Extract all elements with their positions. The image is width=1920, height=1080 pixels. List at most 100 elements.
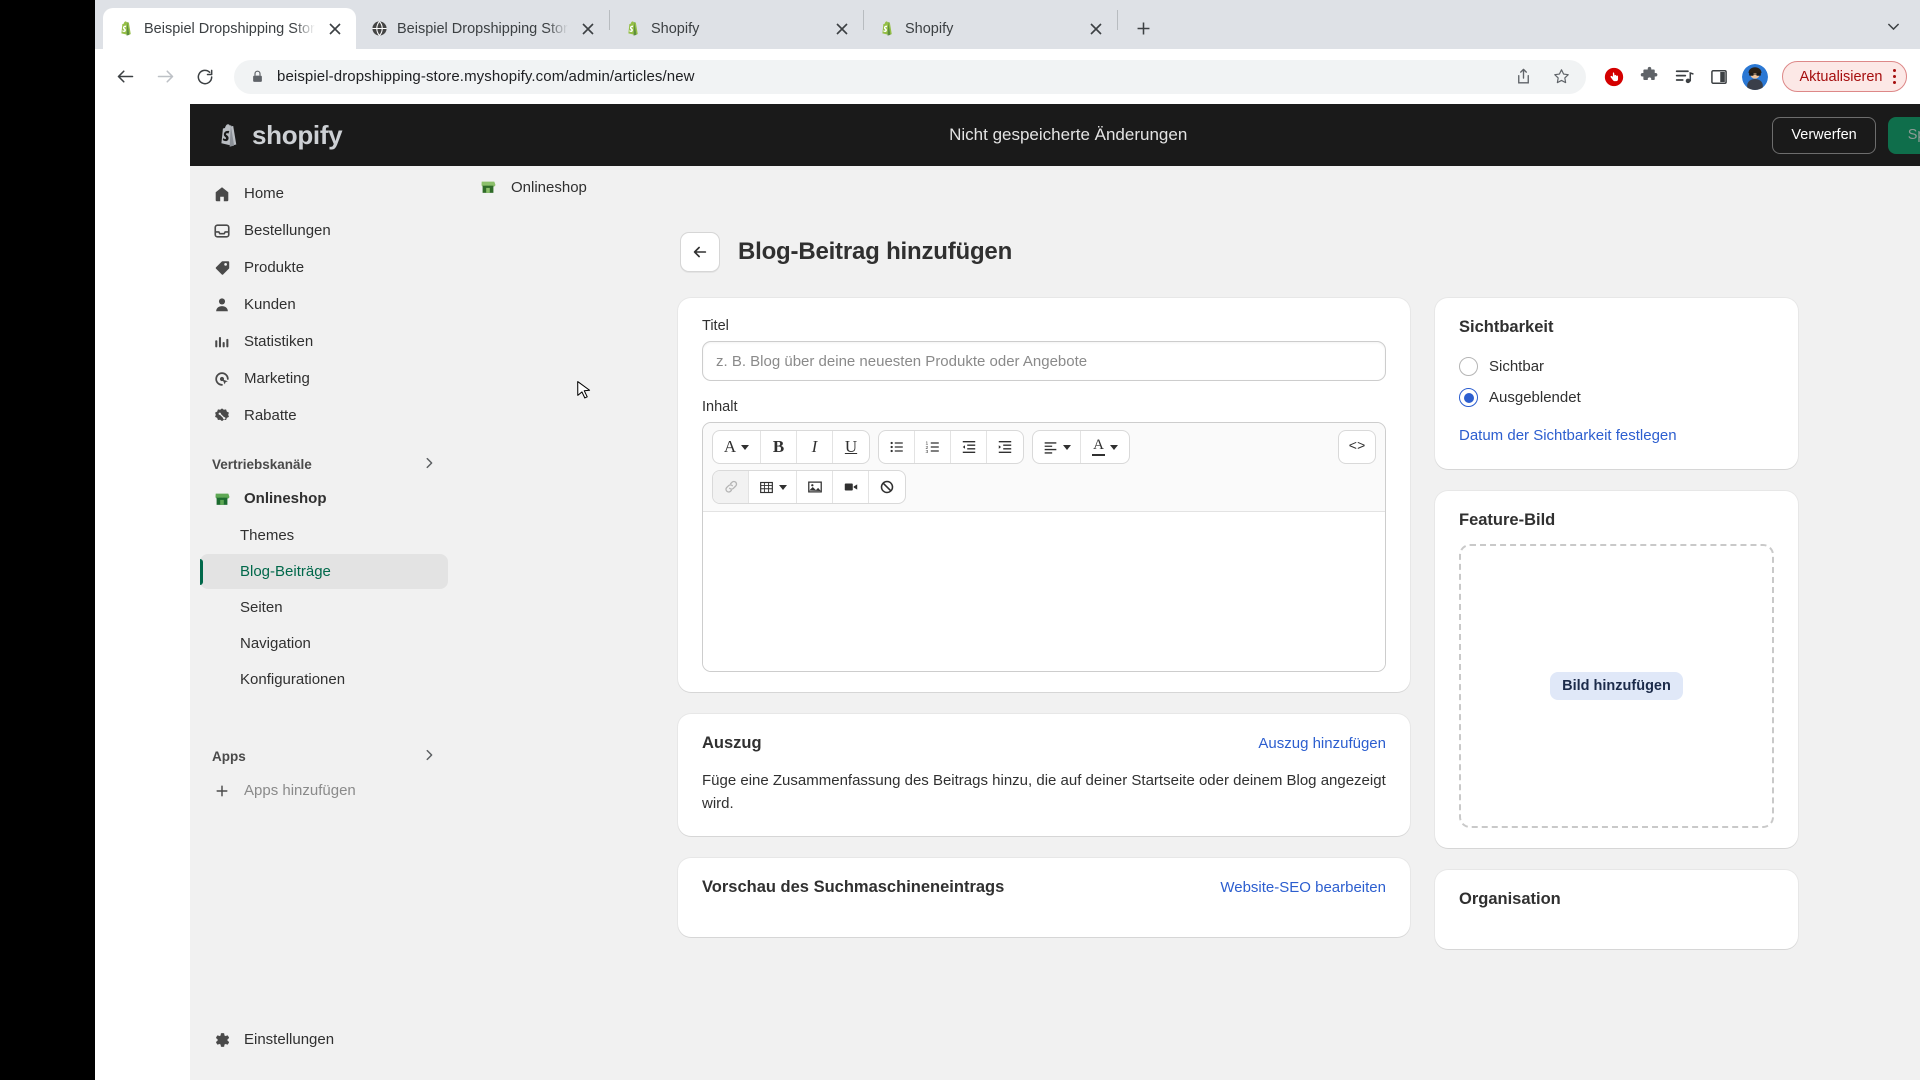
sidebar-item-onlineshop[interactable]: Onlineshop xyxy=(200,481,448,516)
sidebar-item-konfigurationen[interactable]: Konfigurationen xyxy=(200,662,448,697)
analytics-bars-icon xyxy=(212,332,232,352)
forward-icon[interactable] xyxy=(148,60,182,94)
adblock-icon[interactable] xyxy=(1599,62,1629,92)
storefront-icon xyxy=(475,174,501,200)
image-dropzone[interactable]: Bild hinzufügen xyxy=(1459,544,1774,828)
bullet-list-button[interactable] xyxy=(879,431,915,463)
back-icon[interactable] xyxy=(108,60,142,94)
add-image-button[interactable]: Bild hinzufügen xyxy=(1550,672,1683,700)
code-group: <> xyxy=(1339,431,1375,463)
sidebar-item-label: Navigation xyxy=(240,635,311,652)
html-code-button[interactable]: <> xyxy=(1339,431,1375,463)
shopify-admin-app: shopify Nicht gespeicherte Änderungen Ve… xyxy=(190,104,1920,1080)
sidebar-item-produkte[interactable]: Produkte xyxy=(200,250,448,285)
excerpt-description: Füge eine Zusammenfassung des Beitrags h… xyxy=(702,772,1386,813)
profile-avatar[interactable] xyxy=(1742,63,1769,90)
sidebar-item-kunden[interactable]: Kunden xyxy=(200,287,448,322)
sidebar-item-blog-beitraege[interactable]: Blog-Beiträge xyxy=(200,554,448,589)
reload-icon[interactable] xyxy=(188,60,222,94)
editor-content-area[interactable] xyxy=(703,511,1385,671)
align-color-group: A xyxy=(1033,431,1129,463)
insert-table-button[interactable] xyxy=(749,471,797,503)
new-tab-button[interactable] xyxy=(1126,11,1160,45)
chevron-right-icon xyxy=(422,748,436,765)
sidebar-item-label: Bestellungen xyxy=(244,222,331,239)
browser-tab-4[interactable]: Shopify xyxy=(864,8,1117,49)
edit-seo-link[interactable]: Website-SEO bearbeiten xyxy=(1220,879,1386,896)
italic-button[interactable]: I xyxy=(797,431,833,463)
sidebar-item-apps-hinzufuegen[interactable]: Apps hinzufügen xyxy=(200,773,448,808)
update-button[interactable]: Aktualisieren xyxy=(1782,61,1907,92)
sidebar-item-themes[interactable]: Themes xyxy=(200,518,448,553)
clear-formatting-button[interactable] xyxy=(869,471,905,503)
main-navigation: Home Bestellungen Produkte Kunden Statis… xyxy=(190,166,458,1080)
sidebar-item-seiten[interactable]: Seiten xyxy=(200,590,448,625)
sidebar-section-vertriebskanaele[interactable]: Vertriebskanäle xyxy=(200,447,448,481)
share-icon[interactable] xyxy=(1510,64,1536,90)
bold-button[interactable]: B xyxy=(761,431,797,463)
chevron-down-icon[interactable] xyxy=(1885,18,1902,40)
browser-tab-strip: Beispiel Dropshipping Store · B Beispiel… xyxy=(95,0,1920,49)
text-color-button[interactable]: A xyxy=(1081,431,1129,463)
gear-icon xyxy=(212,1030,232,1050)
close-icon[interactable] xyxy=(831,18,853,40)
visibility-option-hidden[interactable]: Ausgeblendet xyxy=(1459,388,1774,407)
home-icon xyxy=(212,184,232,204)
underline-button[interactable]: U xyxy=(833,431,869,463)
close-icon[interactable] xyxy=(324,18,346,40)
sidebar-item-bestellungen[interactable]: Bestellungen xyxy=(200,213,448,248)
sidebar-item-navigation[interactable]: Navigation xyxy=(200,626,448,661)
insert-video-button[interactable] xyxy=(833,471,869,503)
bookmark-star-icon[interactable] xyxy=(1548,64,1574,90)
sidebar-item-label: Apps hinzufügen xyxy=(244,782,356,799)
insert-link-button[interactable] xyxy=(713,471,749,503)
visibility-card-title: Sichtbarkeit xyxy=(1459,318,1554,336)
add-excerpt-link[interactable]: Auszug hinzufügen xyxy=(1258,735,1386,752)
app-body: Home Bestellungen Produkte Kunden Statis… xyxy=(190,166,1920,1080)
product-tag-icon xyxy=(212,258,232,278)
seo-card-title: Vorschau des Suchmaschineneintrags xyxy=(702,877,1005,896)
sidebar-item-einstellungen[interactable]: Einstellungen xyxy=(200,1022,448,1057)
content-card: Titel z. B. Blog über deine neuesten Pro… xyxy=(678,298,1410,692)
align-button[interactable] xyxy=(1033,431,1081,463)
mouse-cursor xyxy=(576,380,593,406)
extensions-puzzle-icon[interactable] xyxy=(1634,62,1664,92)
browser-tab-2[interactable]: Beispiel Dropshipping Store xyxy=(356,8,609,49)
savebar-actions: Verwerfen Speichern xyxy=(1772,116,1920,154)
side-panel-icon[interactable] xyxy=(1704,62,1734,92)
browser-tab-1[interactable]: Beispiel Dropshipping Store · B xyxy=(103,8,356,49)
sidebar-item-marketing[interactable]: Marketing xyxy=(200,361,448,396)
url-text: beispiel-dropshipping-store.myshopify.co… xyxy=(277,68,695,85)
sidebar-item-home[interactable]: Home xyxy=(200,176,448,211)
address-bar[interactable]: beispiel-dropshipping-store.myshopify.co… xyxy=(234,59,1587,94)
sidebar-item-statistiken[interactable]: Statistiken xyxy=(200,324,448,359)
discard-button[interactable]: Verwerfen xyxy=(1772,116,1876,154)
sidebar-section-apps[interactable]: Apps xyxy=(200,739,448,773)
title-label: Titel xyxy=(702,318,729,334)
set-visibility-date-link[interactable]: Datum der Sichtbarkeit festlegen xyxy=(1459,427,1677,444)
sidebar-item-label: Rabatte xyxy=(244,407,297,424)
insert-image-button[interactable] xyxy=(797,471,833,503)
reading-list-icon[interactable] xyxy=(1669,62,1699,92)
indent-button[interactable] xyxy=(987,431,1023,463)
numbered-list-button[interactable]: 123 xyxy=(915,431,951,463)
title-input[interactable]: z. B. Blog über deine neuesten Produkte … xyxy=(702,341,1386,381)
font-style-button[interactable]: A xyxy=(713,431,761,463)
sidebar-item-label: Konfigurationen xyxy=(240,671,346,688)
close-icon[interactable] xyxy=(1085,18,1107,40)
sidebar-item-label: Einstellungen xyxy=(244,1031,335,1048)
tab-title: Beispiel Dropshipping Store xyxy=(397,20,568,37)
feature-image-card: Feature-Bild Bild hinzufügen xyxy=(1435,491,1798,848)
rich-text-editor[interactable]: A B I U 1 2 3 A <> xyxy=(702,422,1386,672)
save-button[interactable]: Speichern xyxy=(1887,116,1920,154)
organisation-card-title: Organisation xyxy=(1459,890,1561,908)
page-columns: Titel z. B. Blog über deine neuesten Pro… xyxy=(678,298,1798,971)
outdent-button[interactable] xyxy=(951,431,987,463)
more-dots-icon[interactable] xyxy=(1889,68,1901,85)
page-title: Blog-Beitrag hinzufügen xyxy=(738,238,1013,265)
visibility-option-visible[interactable]: Sichtbar xyxy=(1459,357,1774,376)
close-icon[interactable] xyxy=(577,18,599,40)
sidebar-item-rabatte[interactable]: Rabatte xyxy=(200,398,448,433)
back-button[interactable] xyxy=(680,232,720,272)
browser-tab-3[interactable]: Shopify xyxy=(610,8,863,49)
